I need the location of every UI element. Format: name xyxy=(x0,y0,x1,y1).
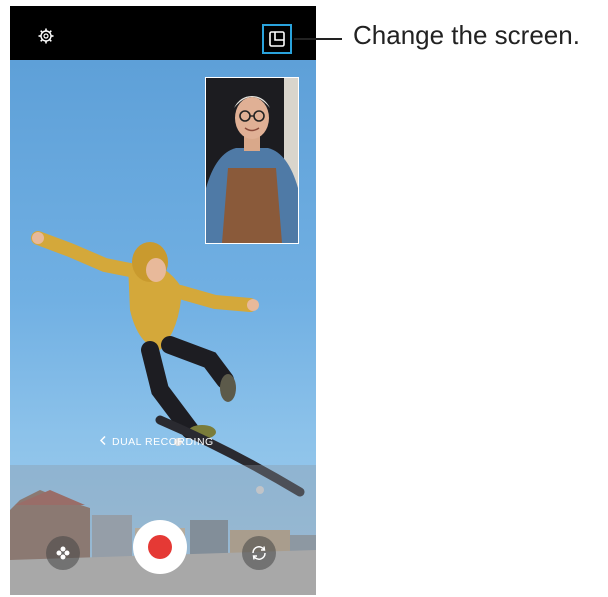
callout-text: Change the screen. xyxy=(353,20,580,50)
change-screen-button[interactable] xyxy=(262,24,292,54)
switch-camera-icon xyxy=(252,546,266,560)
chevron-left-icon xyxy=(99,435,106,448)
effects-icon xyxy=(56,546,70,560)
front-camera-scene xyxy=(206,78,298,243)
gear-icon[interactable] xyxy=(38,28,54,44)
screen-layout-icon xyxy=(269,31,285,47)
camera-viewfinder[interactable] xyxy=(10,60,316,595)
front-camera-preview[interactable] xyxy=(205,77,299,244)
record-button[interactable] xyxy=(133,520,187,574)
mode-label-text: DUAL RECORDING xyxy=(112,436,214,448)
callout-line xyxy=(294,38,342,40)
record-dot xyxy=(148,535,172,559)
top-bar xyxy=(10,6,316,60)
effects-button[interactable] xyxy=(46,536,80,570)
dual-recording-mode[interactable]: DUAL RECORDING xyxy=(99,435,214,448)
switch-camera-button[interactable] xyxy=(242,536,276,570)
phone-screen: DUAL RECORDING xyxy=(10,6,316,595)
